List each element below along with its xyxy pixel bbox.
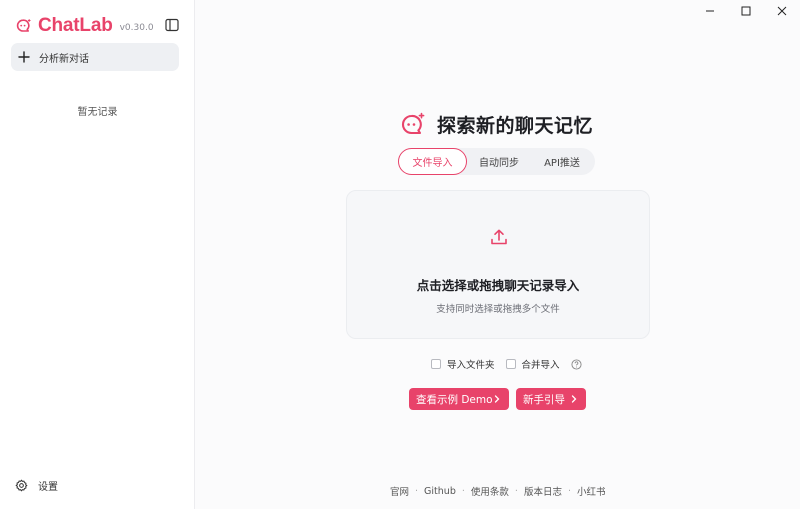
view-demo-label: 查看示例 Demo [416,393,493,406]
chat-logo-icon [16,19,31,32]
separator: · [461,485,465,497]
close-button[interactable] [764,0,800,22]
tab-api-push[interactable]: API推送 [531,148,593,175]
merge-import-checkbox[interactable] [505,359,516,369]
maximize-button[interactable] [728,0,764,22]
minimize-icon [706,10,714,12]
gear-icon [15,479,28,492]
empty-history-text: 暂无记录 [77,107,118,118]
footer-links: 官网 · Github · 使用条款 · 版本日志 · 小红书 [390,484,606,499]
separator: · [567,485,571,497]
footer-link-terms[interactable]: 使用条款 [471,484,509,498]
maximize-icon [741,6,751,16]
help-icon[interactable] [570,358,582,370]
import-options: 导入文件夹 合并导入 [431,357,582,371]
separator: · [514,485,518,497]
import-folder-label: 导入文件夹 [447,360,495,371]
view-demo-button[interactable]: 查看示例 Demo [409,388,509,410]
sidebar: ChatLab v0.30.0 分析新对话 暂无记录 设置 [0,0,195,509]
merge-import-label: 合并导入 [521,360,560,371]
app-name: ChatLab [38,15,113,36]
close-icon [777,6,787,16]
plus-icon [18,51,30,63]
import-mode-tabs: 文件导入 自动同步 API推送 [398,148,595,175]
page-title: 探索新的聊天记忆 [400,111,593,138]
page-title-text: 探索新的聊天记忆 [437,115,594,137]
dropzone-subtitle: 支持同时选择或拖拽多个文件 [436,304,560,315]
file-dropzone[interactable]: 点击选择或拖拽聊天记录导入 支持同时选择或拖拽多个文件 [346,190,650,339]
new-chat-label: 分析新对话 [39,53,89,65]
footer-link-website[interactable]: 官网 [390,484,409,498]
window-controls [692,0,800,22]
beginner-guide-button[interactable]: 新手引导 [516,388,586,410]
import-folder-checkbox[interactable] [431,359,441,369]
footer-link-xiaohongshu[interactable]: 小红书 [577,484,606,498]
chat-memory-icon [402,112,425,134]
separator: · [415,485,419,497]
chevron-right-icon [571,395,577,403]
footer-link-changelog[interactable]: 版本日志 [524,484,562,498]
footer-link-github[interactable]: Github [424,486,456,497]
beginner-guide-label: 新手引导 [523,393,565,406]
settings-label: 设置 [38,482,58,493]
dropzone-title: 点击选择或拖拽聊天记录导入 [416,278,580,293]
app-version: v0.30.0 [119,22,154,33]
tab-auto-sync[interactable]: 自动同步 [467,148,531,175]
new-chat-button[interactable]: 分析新对话 [11,43,179,71]
sidebar-toggle-icon[interactable] [165,18,179,32]
app-logo: ChatLab v0.30.0 [16,14,186,38]
settings-button[interactable]: 设置 [15,478,58,493]
chevron-right-icon [494,395,500,403]
upload-icon [491,229,507,245]
minimize-button[interactable] [692,0,728,22]
tab-file-import[interactable]: 文件导入 [398,148,467,175]
